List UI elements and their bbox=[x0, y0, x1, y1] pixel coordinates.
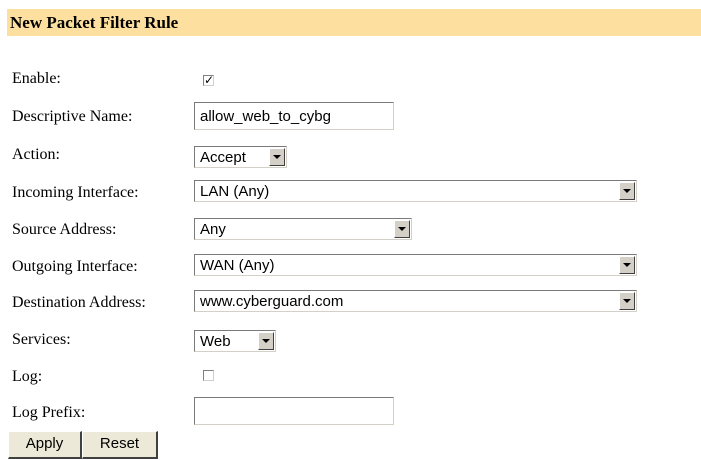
outgoing-interface-value: WAN (Any) bbox=[200, 257, 275, 274]
incoming-interface-value: LAN (Any) bbox=[200, 183, 270, 200]
destination-address-select[interactable]: www.cyberguard.com bbox=[194, 290, 637, 312]
action-select[interactable]: Accept bbox=[194, 146, 287, 168]
descriptive-name-label: Descriptive Name: bbox=[12, 108, 133, 125]
source-address-label: Source Address: bbox=[12, 221, 117, 238]
dropdown-arrow-icon[interactable] bbox=[258, 332, 274, 350]
destination-address-label: Destination Address: bbox=[12, 294, 146, 311]
page-title: New Packet Filter Rule bbox=[10, 13, 179, 32]
outgoing-interface-label: Outgoing Interface: bbox=[12, 258, 138, 275]
source-address-select[interactable]: Any bbox=[194, 218, 412, 240]
dropdown-arrow-icon[interactable] bbox=[394, 220, 410, 238]
log-label: Log: bbox=[12, 368, 43, 385]
incoming-interface-select[interactable]: LAN (Any) bbox=[194, 180, 637, 202]
action-select-value: Accept bbox=[200, 149, 246, 166]
log-prefix-input[interactable] bbox=[194, 397, 394, 425]
enable-checkbox[interactable]: ✓ bbox=[203, 73, 215, 87]
enable-label: Enable: bbox=[12, 70, 61, 87]
checkmark-icon: ✓ bbox=[204, 73, 215, 87]
source-address-value: Any bbox=[200, 221, 226, 238]
dropdown-arrow-icon[interactable] bbox=[619, 292, 635, 310]
apply-button[interactable]: Apply bbox=[8, 431, 82, 459]
action-label: Action: bbox=[12, 146, 60, 163]
reset-button[interactable]: Reset bbox=[82, 431, 158, 459]
log-prefix-label: Log Prefix: bbox=[12, 404, 86, 421]
dropdown-arrow-icon[interactable] bbox=[269, 148, 285, 166]
destination-address-value: www.cyberguard.com bbox=[200, 293, 344, 310]
services-label: Services: bbox=[12, 331, 71, 348]
services-select-value: Web bbox=[200, 333, 231, 350]
descriptive-name-input[interactable]: allow_web_to_cybg bbox=[194, 102, 394, 130]
dropdown-arrow-icon[interactable] bbox=[619, 182, 635, 200]
dropdown-arrow-icon[interactable] bbox=[619, 256, 635, 274]
section-header: New Packet Filter Rule bbox=[7, 9, 701, 36]
incoming-interface-label: Incoming Interface: bbox=[12, 184, 139, 201]
services-select[interactable]: Web bbox=[194, 330, 276, 352]
log-checkbox[interactable] bbox=[203, 370, 214, 381]
outgoing-interface-select[interactable]: WAN (Any) bbox=[194, 254, 637, 276]
